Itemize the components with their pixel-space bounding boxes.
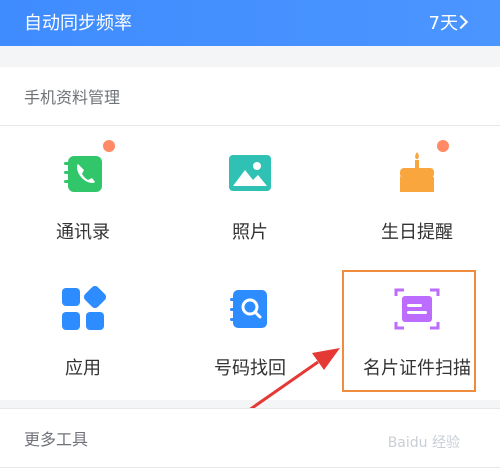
tile-label: 应用 [65, 358, 101, 379]
tile-label: 照片 [232, 222, 268, 243]
tile-birthday[interactable]: 生日提醒 [334, 126, 500, 256]
photos-icon [227, 150, 273, 196]
notification-dot [103, 140, 115, 152]
section-title: 手机资料管理 [24, 88, 121, 107]
tile-label: 通讯录 [56, 222, 110, 243]
number-recovery-icon [227, 286, 273, 332]
tile-photos[interactable]: 照片 [167, 126, 333, 256]
sync-frequency-row[interactable]: 自动同步频率 7天 [0, 0, 500, 46]
notification-dot [437, 140, 449, 152]
sync-frequency-title: 自动同步频率 [24, 13, 132, 34]
tile-number-recovery[interactable]: 号码找回 [167, 262, 333, 392]
watermark: Baidu 经验 [387, 435, 460, 451]
tile-label: 生日提醒 [381, 222, 453, 243]
tile-apps[interactable]: 应用 [0, 262, 166, 392]
contacts-icon [60, 150, 106, 196]
section-phone-data: 手机资料管理 [0, 67, 500, 126]
apps-icon [60, 285, 107, 332]
birthday-cake-icon [394, 150, 440, 196]
highlight-box [342, 270, 476, 392]
tile-contacts[interactable]: 通讯录 [0, 126, 166, 256]
tile-label: 号码找回 [214, 358, 286, 379]
section-title: 更多工具 [24, 430, 89, 449]
sync-frequency-value[interactable]: 7天 [380, 0, 500, 46]
